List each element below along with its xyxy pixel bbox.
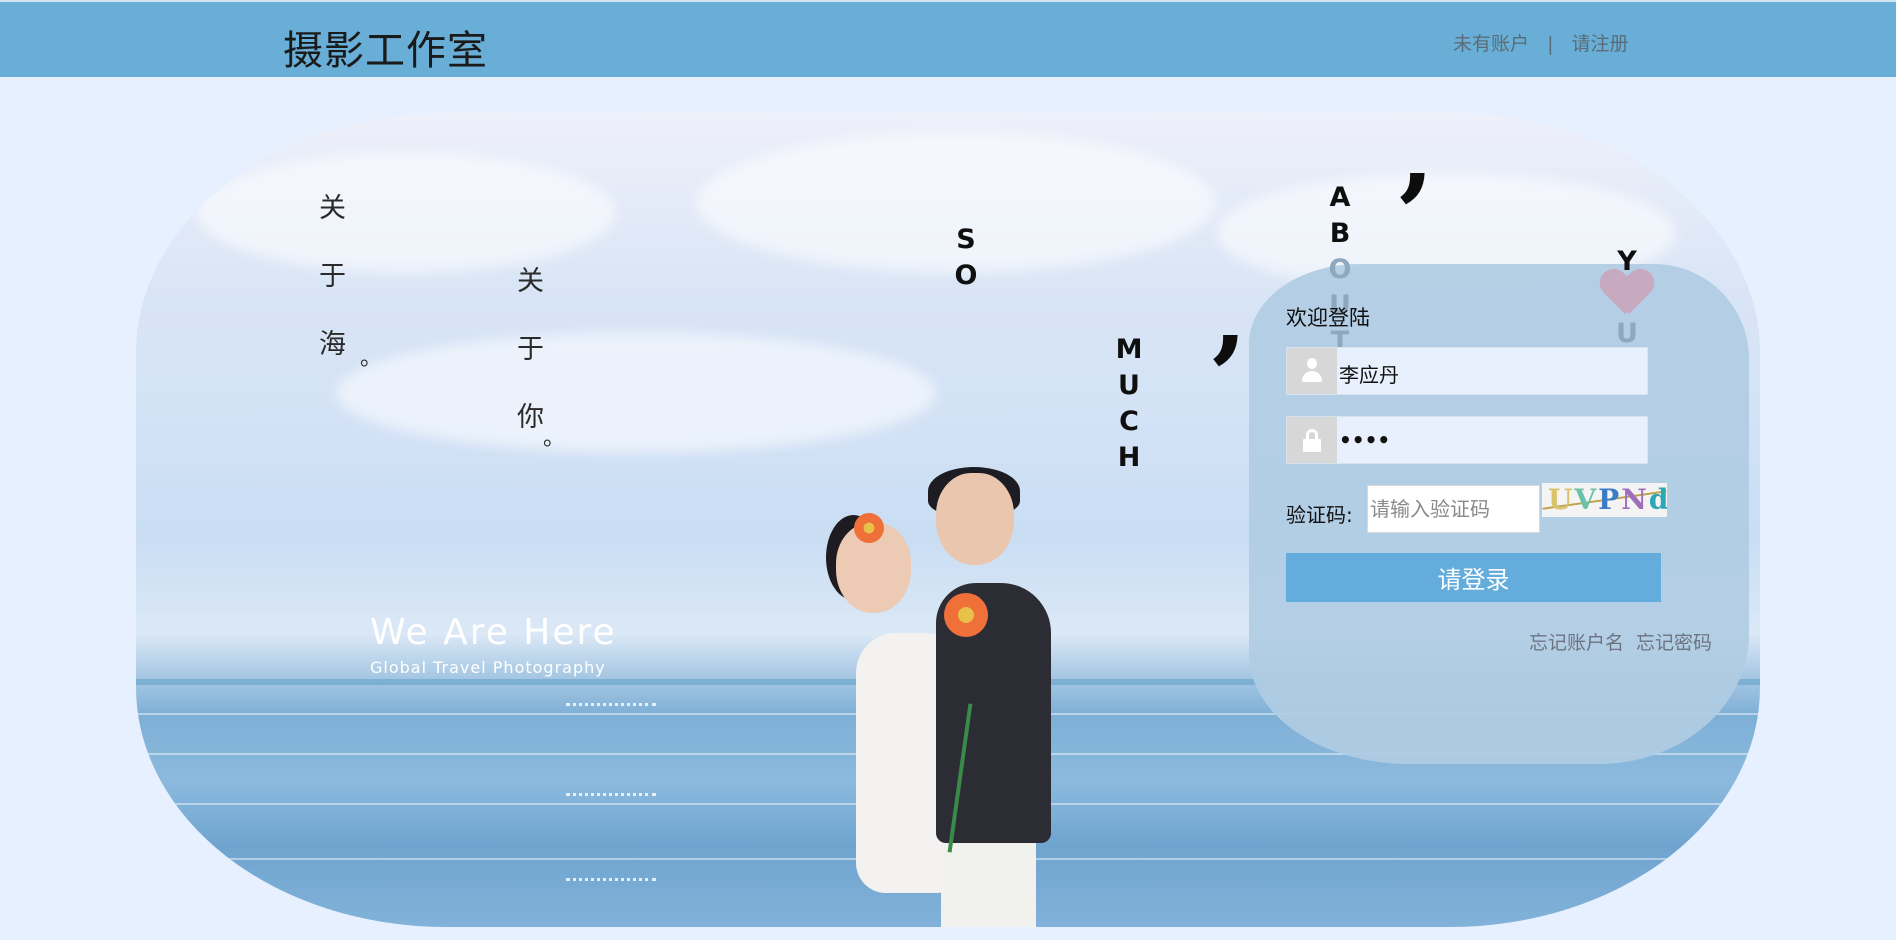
top-header: 摄影工作室 未有账户 | 请注册 (0, 0, 1896, 77)
captcha-char: V (1574, 483, 1599, 516)
man-head (936, 473, 1014, 565)
captcha-label: 验证码: (1286, 503, 1353, 527)
captcha-code: UVPNd (1548, 483, 1667, 516)
captcha-char: d (1648, 483, 1667, 516)
forgot-password-link[interactable]: 忘记密码 (1636, 628, 1712, 655)
bouquet-flower-icon (944, 593, 988, 637)
poem-period: 。 (360, 346, 383, 371)
poem-about-you: 关 于 你 (517, 259, 544, 463)
captcha-char: P (1598, 483, 1622, 516)
word-letter: O (1328, 254, 1352, 285)
vertical-word-about: A B O U T (1325, 180, 1355, 360)
poem-char: 你 (517, 402, 544, 433)
poem-about-sea: 关 于 海 (319, 186, 346, 390)
hair-flower-icon (854, 513, 884, 543)
heart-icon (1601, 270, 1651, 316)
man-pants (941, 833, 1036, 927)
couple-photo (826, 467, 1086, 927)
header-separator: | (1547, 33, 1554, 55)
word-letter: H (1117, 442, 1141, 473)
quote-mark-icon: ’ (1208, 312, 1247, 441)
captcha-input[interactable] (1367, 485, 1540, 533)
register-link[interactable]: 请注册 (1572, 29, 1629, 56)
poem-char: 关 (517, 266, 544, 297)
cloud-shape (336, 333, 936, 453)
poem-char: 于 (319, 261, 346, 292)
vertical-word-much: M U C H (1114, 332, 1144, 476)
poem-char: 关 (319, 193, 346, 224)
word-letter: O (954, 260, 978, 291)
word-letter: M (1115, 334, 1143, 365)
word-letter: A (1329, 182, 1351, 213)
login-welcome-title: 欢迎登陆 (1286, 306, 1370, 330)
quote-mark-icon: ’ (1395, 150, 1434, 279)
decorative-text-block (566, 703, 656, 763)
captcha-char: N (1621, 483, 1649, 516)
word-letter: B (1329, 218, 1351, 249)
we-are-here-subtitle: Global Travel Photography (370, 658, 606, 677)
password-value: •••• (1339, 428, 1391, 452)
forgot-username-link[interactable]: 忘记账户名 (1529, 628, 1624, 655)
poem-char: 海 (319, 329, 346, 360)
poem-char: 于 (517, 334, 544, 365)
decorative-text-block (566, 878, 656, 918)
user-icon (1287, 348, 1337, 394)
captcha-char: U (1548, 483, 1575, 516)
no-account-text: 未有账户 (1453, 33, 1530, 55)
word-letter: S (956, 224, 976, 255)
captcha-image[interactable]: UVPNd (1542, 483, 1667, 517)
username-value: 李应丹 (1339, 363, 1399, 387)
word-letter: C (1119, 406, 1139, 437)
cloud-shape (196, 153, 616, 273)
site-title: 摄影工作室 (283, 28, 488, 74)
we-are-here-title: We Are Here (370, 612, 617, 653)
word-letter: U (1118, 370, 1140, 401)
lock-icon (1287, 417, 1337, 463)
username-field[interactable]: 李应丹 (1286, 347, 1648, 395)
password-field[interactable]: •••• (1286, 416, 1648, 464)
login-button[interactable]: 请登录 (1286, 553, 1661, 602)
vertical-word-so: S O (951, 222, 981, 294)
poem-period: 。 (543, 426, 566, 451)
header-links: 未有账户 | 请注册 (1453, 29, 1629, 56)
decorative-text-block (566, 793, 656, 853)
